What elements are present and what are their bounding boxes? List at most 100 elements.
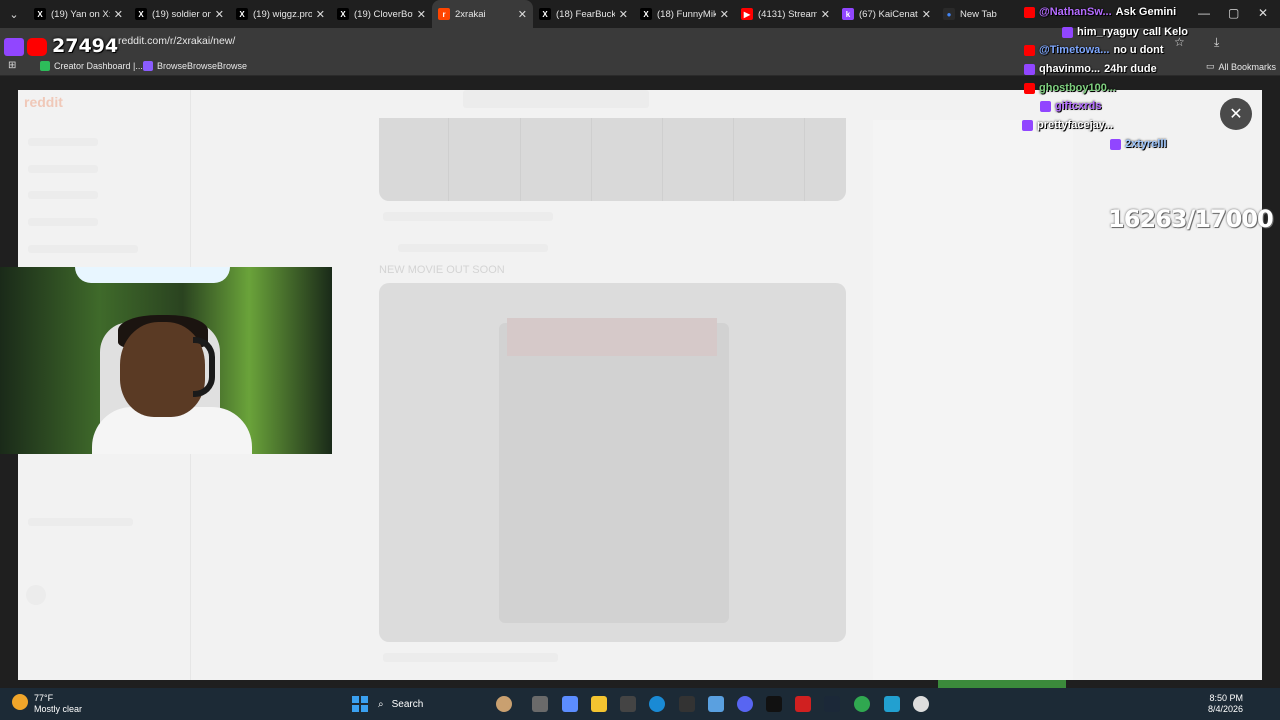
platform-badge-icon bbox=[1024, 82, 1035, 94]
sidebar-item[interactable] bbox=[28, 165, 98, 173]
bookmark-browse[interactable]: BrowseBrowseBrowse bbox=[143, 61, 247, 71]
post-actions[interactable] bbox=[383, 653, 558, 662]
taskbar-app-icon[interactable] bbox=[496, 696, 512, 712]
minimize-icon[interactable]: — bbox=[1198, 6, 1210, 20]
platform-icons bbox=[4, 37, 48, 57]
tab-title: (18) FunnyMik bbox=[657, 8, 716, 20]
tab[interactable]: X (18) FunnyMik ✕ bbox=[634, 0, 735, 28]
community-sidebar bbox=[873, 120, 1073, 680]
bookmark-creator-dashboard[interactable]: Creator Dashboard |... bbox=[40, 61, 143, 71]
tab-title: (4131) Stream bbox=[758, 8, 817, 20]
start-icon[interactable] bbox=[352, 696, 368, 712]
copilot-icon[interactable] bbox=[562, 696, 578, 712]
weather-widget[interactable]: 77°F Mostly clear bbox=[34, 693, 82, 715]
steam-icon[interactable] bbox=[824, 696, 840, 712]
tab-close-icon[interactable]: ✕ bbox=[518, 8, 527, 21]
reddit-search-input[interactable] bbox=[463, 90, 649, 108]
message-mods-button[interactable] bbox=[938, 680, 1066, 688]
obs-icon[interactable] bbox=[913, 696, 929, 712]
sidebar-item[interactable] bbox=[28, 191, 98, 199]
chrome-icon[interactable] bbox=[854, 696, 870, 712]
tab[interactable]: X (19) Yan on X: ✕ bbox=[28, 0, 129, 28]
window-close-icon[interactable]: ✕ bbox=[1258, 6, 1268, 20]
tab-close-icon[interactable]: ✕ bbox=[417, 8, 426, 21]
task-view-icon[interactable] bbox=[532, 696, 548, 712]
tab-favicon-icon: X bbox=[640, 8, 652, 20]
chat-message: prettyfacejay... bbox=[1022, 119, 1113, 131]
bookmark-label: BrowseBrowseBrowse bbox=[157, 61, 248, 71]
tab[interactable]: r 2xrakai ✕ bbox=[432, 0, 533, 28]
tab[interactable]: X (19) soldier on ✕ bbox=[129, 0, 230, 28]
post-meta bbox=[398, 244, 548, 252]
post-title[interactable]: NEW MOVIE OUT SOON bbox=[379, 264, 505, 276]
chat-text: 24hr dude bbox=[1104, 63, 1157, 75]
tab-favicon-icon: k bbox=[842, 8, 854, 20]
reddit-logo: reddit bbox=[24, 94, 63, 110]
apps-grid-icon[interactable]: ⊞ bbox=[8, 60, 16, 71]
tab[interactable]: X (19) wiggz.pro ✕ bbox=[230, 0, 331, 28]
chat-message: 2xtyrelll bbox=[1110, 138, 1167, 150]
platform-badge-icon bbox=[1024, 6, 1035, 18]
app-icon[interactable] bbox=[795, 696, 811, 712]
tab[interactable]: k (67) KaiCenat ✕ bbox=[836, 0, 937, 28]
settings-icon[interactable] bbox=[708, 696, 724, 712]
youtube-icon bbox=[27, 38, 47, 56]
tab-title: 2xrakai bbox=[455, 8, 486, 20]
viewer-count: 27494 bbox=[52, 35, 119, 57]
bookmark-label: All Bookmarks bbox=[1218, 61, 1277, 72]
sidebar-item[interactable] bbox=[28, 218, 98, 226]
tab-title: (19) wiggz.pro bbox=[253, 8, 312, 20]
platform-badge-icon bbox=[1062, 26, 1073, 38]
sidebar-item[interactable] bbox=[28, 245, 138, 253]
chat-username: giftcxrds bbox=[1055, 100, 1102, 112]
tab[interactable]: ●New Tab✕ bbox=[937, 0, 1038, 28]
search-icon: ⌕ bbox=[378, 698, 384, 710]
calculator-icon[interactable] bbox=[620, 696, 636, 712]
tab-title: (19) CloverBoy bbox=[354, 8, 413, 20]
tab-close-icon[interactable]: ✕ bbox=[316, 8, 325, 21]
chat-username: prettyfacejay... bbox=[1037, 119, 1114, 131]
gallery-image[interactable] bbox=[379, 118, 846, 201]
sidebar-item[interactable] bbox=[28, 138, 98, 146]
chat-username: 2xtyrelll bbox=[1125, 138, 1167, 150]
file-explorer-icon[interactable] bbox=[591, 696, 607, 712]
chat-username: @NathanSw... bbox=[1039, 6, 1112, 18]
edge-icon[interactable] bbox=[649, 696, 665, 712]
tab-close-icon[interactable]: ✕ bbox=[215, 8, 224, 21]
bookmark-label: Creator Dashboard |... bbox=[54, 61, 143, 71]
tab-title: New Tab bbox=[960, 8, 997, 20]
tab[interactable]: X (19) CloverBoy ✕ bbox=[331, 0, 432, 28]
date: 8/4/2026 bbox=[1208, 704, 1244, 714]
app-icon[interactable] bbox=[884, 696, 900, 712]
maximize-icon[interactable]: ▢ bbox=[1228, 6, 1239, 20]
tab[interactable]: ▶ (4131) Stream ✕ bbox=[735, 0, 836, 28]
avatar[interactable] bbox=[26, 585, 46, 605]
search-label: Search bbox=[391, 698, 424, 710]
chat-message: giftcxrds bbox=[1040, 100, 1101, 112]
tab-close-icon[interactable]: ✕ bbox=[922, 8, 931, 21]
address-bar[interactable]: reddit.com/r/2xrakai/new/ bbox=[118, 35, 235, 47]
epic-games-icon[interactable] bbox=[679, 696, 695, 712]
close-icon[interactable]: ✕ bbox=[1220, 98, 1252, 130]
chat-message: @Timetowa... no u dont bbox=[1024, 44, 1164, 56]
all-bookmarks[interactable]: ▭ All Bookmarks bbox=[1206, 61, 1276, 72]
chat-username: him_ryaguy bbox=[1077, 26, 1139, 38]
weather-icon[interactable] bbox=[12, 694, 28, 710]
folder-icon: ▭ bbox=[1206, 61, 1215, 71]
platform-badge-icon bbox=[1024, 63, 1035, 75]
sidebar-item[interactable] bbox=[28, 518, 133, 526]
poster-figure bbox=[499, 323, 729, 623]
tab-close-icon[interactable]: ✕ bbox=[720, 8, 729, 21]
tab-favicon-icon: X bbox=[539, 8, 551, 20]
discord-icon[interactable] bbox=[737, 696, 753, 712]
tab-close-icon[interactable]: ✕ bbox=[821, 8, 830, 21]
post-actions[interactable] bbox=[383, 212, 553, 221]
tab-close-icon[interactable]: ✕ bbox=[619, 8, 628, 21]
tab-list-chevron-icon[interactable]: ⌄ bbox=[0, 0, 28, 28]
movie-poster-image[interactable] bbox=[379, 283, 846, 642]
tab[interactable]: X (18) FearBuck ✕ bbox=[533, 0, 634, 28]
downloads-icon[interactable]: ⤓ bbox=[1214, 35, 1219, 50]
capcut-icon[interactable] bbox=[766, 696, 782, 712]
tab-close-icon[interactable]: ✕ bbox=[114, 8, 123, 21]
clock[interactable]: 8:50 PM 8/4/2026 bbox=[1208, 693, 1243, 715]
